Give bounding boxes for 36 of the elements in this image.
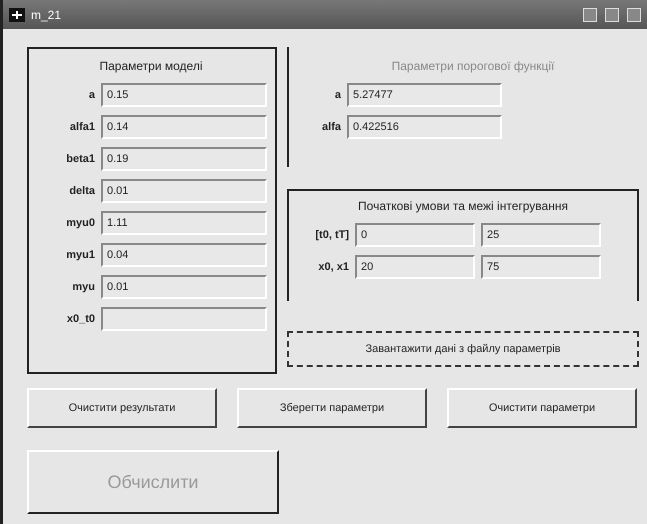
field-label: delta [68,185,95,197]
field-label: myu [71,281,95,293]
field-label: alfa1 [68,121,95,133]
field-label: x0_t0 [66,313,95,325]
input-field[interactable]: 0.19 [101,147,267,171]
window-title: m_21 [31,8,62,22]
input-field[interactable]: 0.14 [101,115,267,139]
maximize-button[interactable] [605,8,619,22]
input-field[interactable]: 1.11 [101,211,267,235]
app-icon [9,8,25,22]
action-button[interactable]: Зберегти параметри [237,388,427,428]
input-field[interactable]: 0.04 [101,243,267,267]
input-field[interactable] [101,307,267,331]
field-label: x0, x1 [317,261,349,273]
minimize-button[interactable] [583,8,597,22]
field-label: alfa [321,121,341,133]
close-button[interactable] [627,8,641,22]
field-label: a [88,89,95,101]
load-button[interactable]: Завантажити дані з файлу параметрів [287,331,639,367]
field-label: beta1 [65,153,95,165]
input-field[interactable]: 25 [481,223,601,247]
field-label: [t0, tT] [314,229,349,241]
action-button[interactable]: Очистити результати [27,388,217,428]
field-label: myu0 [65,217,95,229]
input-field[interactable]: 0.01 [101,275,267,299]
group-title: Параметри моделі [98,59,204,73]
group-title: Початкові умови та межі інтегрування [357,199,569,213]
input-field[interactable]: 20 [355,255,475,279]
action-button[interactable]: Очистити параметри [447,388,637,428]
input-field[interactable]: 0.01 [101,179,267,203]
group-title: Параметри порогової функції [392,59,554,73]
field-label: a [334,89,341,101]
input-field[interactable]: 0 [355,223,475,247]
input-field[interactable]: 0.15 [101,83,267,107]
input-field[interactable]: 75 [481,255,601,279]
field-label: myu1 [65,249,95,261]
